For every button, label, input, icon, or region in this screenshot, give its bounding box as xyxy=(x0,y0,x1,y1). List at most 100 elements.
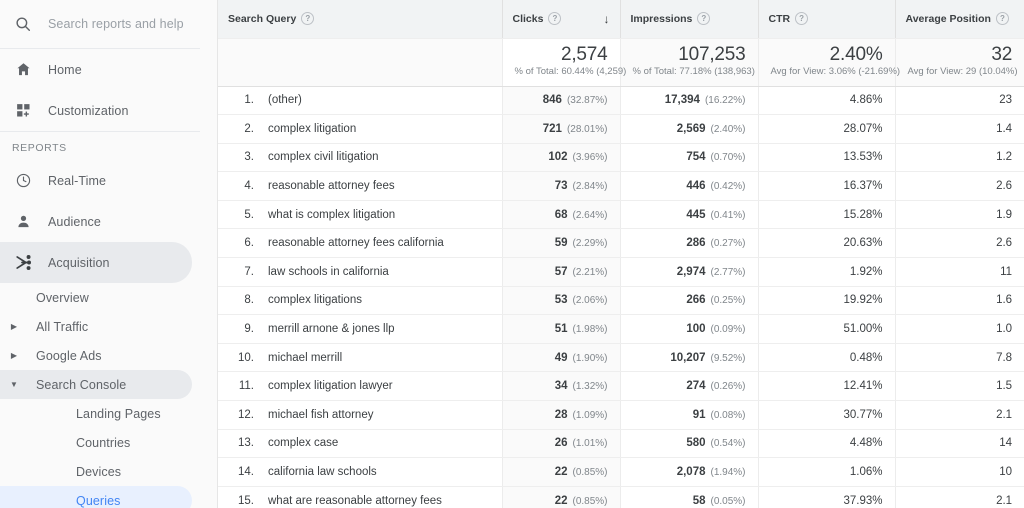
help-icon[interactable]: ? xyxy=(995,12,1009,26)
table-row[interactable]: 1. (other) 846 (32.87%) 17,394 (16.22%) 4.86% 2… xyxy=(218,86,1024,116)
queries-table: Search Query ? Clicks ? ↓ Impressions ? … xyxy=(218,0,1024,508)
sidebar-item-customization[interactable]: Customization xyxy=(0,90,192,131)
row-query-label[interactable]: law schools in california xyxy=(268,266,389,278)
column-header-search-query[interactable]: Search Query ? xyxy=(218,0,503,39)
summary-average-position-value: 32 xyxy=(991,43,1013,65)
row-query-label[interactable]: what is complex litigation xyxy=(268,209,395,221)
row-index: 14. xyxy=(238,466,254,479)
table-row[interactable]: 2. complex litigation 721 (28.01%) 2,569 (2.4… xyxy=(218,114,1024,144)
row-query-label[interactable]: reasonable attorney fees california xyxy=(268,237,444,249)
sidebar-item-acquisition[interactable]: Acquisition xyxy=(0,242,192,283)
table-row[interactable]: 6. reasonable attorney fees california 59 (… xyxy=(218,228,1024,259)
summary-row: 2,574 % of Total: 60.44% (4,259) 107,253… xyxy=(218,38,1024,87)
acquisition-icon xyxy=(12,252,34,274)
row-index: 12. xyxy=(238,408,254,421)
row-impressions-value: 2,974 xyxy=(676,265,706,278)
row-query-label[interactable]: reasonable attorney fees xyxy=(268,180,395,192)
sort-descending-icon[interactable]: ↓ xyxy=(598,12,610,26)
table-row[interactable]: 9. merrill arnone & jones llp 51 (1.98%) 100… xyxy=(218,314,1024,344)
row-query-label[interactable]: complex civil litigation xyxy=(268,151,379,163)
row-average-position-cell: 1.0 xyxy=(895,314,1024,344)
row-average-position-cell: 1.2 xyxy=(895,143,1024,173)
column-header-search-query-label: Search Query xyxy=(228,12,297,25)
column-header-clicks-label: Clicks xyxy=(512,12,544,25)
row-impressions-value: 445 xyxy=(686,208,706,221)
row-clicks-value: 846 xyxy=(542,94,562,107)
row-query-label[interactable]: (other) xyxy=(268,94,302,106)
table-row[interactable]: 13. complex case 26 (1.01%) 580 (0.54%) 4.48% 1… xyxy=(218,429,1024,459)
sidebar-item-devices[interactable]: Devices xyxy=(0,457,192,486)
sidebar-item-all-traffic-label: All Traffic xyxy=(36,319,89,334)
column-header-ctr[interactable]: CTR ? xyxy=(758,0,896,39)
sidebar-item-landing-pages[interactable]: Landing Pages xyxy=(0,399,192,428)
row-ctr-cell: 20.63% xyxy=(758,228,896,259)
row-clicks-value: 22 xyxy=(554,494,568,507)
row-query-label[interactable]: complex case xyxy=(268,437,338,449)
row-query-label[interactable]: complex litigations xyxy=(268,294,362,306)
row-query-label[interactable]: michael merrill xyxy=(268,352,342,364)
sidebar-item-countries[interactable]: Countries xyxy=(0,428,192,457)
sidebar-item-devices-label: Devices xyxy=(76,464,122,479)
row-query-label[interactable]: michael fish attorney xyxy=(268,409,373,421)
row-ctr-cell: 51.00% xyxy=(758,314,896,344)
search-input-placeholder[interactable]: Search reports and help xyxy=(48,17,184,31)
table-row[interactable]: 7. law schools in california 57 (2.21%) 2,97… xyxy=(218,257,1024,287)
row-impressions-cell: 580 (0.54%) xyxy=(620,429,759,459)
row-impressions-cell: 2,974 (2.77%) xyxy=(620,257,759,287)
table-row[interactable]: 8. complex litigations 53 (2.06%) 266 (0.25%)… xyxy=(218,286,1024,316)
sidebar-item-overview[interactable]: Overview xyxy=(0,283,192,312)
row-query-label[interactable]: complex litigation xyxy=(268,123,356,135)
help-icon[interactable]: ? xyxy=(548,12,562,26)
row-query-cell: 3. complex civil litigation xyxy=(218,143,503,173)
row-query-cell: 14. california law schools xyxy=(218,457,503,487)
row-index: 2. xyxy=(244,122,254,135)
help-icon[interactable]: ? xyxy=(301,12,315,26)
sidebar-item-real-time[interactable]: Real-Time xyxy=(0,160,192,201)
table-row[interactable]: 15. what are reasonable attorney fees 22 (0… xyxy=(218,486,1024,508)
row-impressions-percent: (0.25%) xyxy=(710,295,746,307)
row-ctr-cell: 13.53% xyxy=(758,143,896,173)
table-row[interactable]: 11. complex litigation lawyer 34 (1.32%) 274… xyxy=(218,371,1024,402)
table-row[interactable]: 14. california law schools 22 (0.85%) 2,078 (… xyxy=(218,457,1024,487)
table-row[interactable]: 4. reasonable attorney fees 73 (2.84%) 446 (0… xyxy=(218,171,1024,201)
sidebar-item-queries[interactable]: Queries xyxy=(0,486,192,508)
row-clicks-value: 59 xyxy=(554,237,568,250)
row-impressions-value: 58 xyxy=(692,494,706,507)
row-clicks-percent: (2.64%) xyxy=(572,209,608,221)
help-icon[interactable]: ? xyxy=(795,12,809,26)
row-query-cell: 4. reasonable attorney fees xyxy=(218,171,503,201)
row-clicks-cell: 22 (0.85%) xyxy=(502,486,621,508)
sidebar-item-audience[interactable]: Audience xyxy=(0,201,192,242)
sidebar-item-all-traffic[interactable]: ▶ All Traffic xyxy=(0,312,192,341)
table-row[interactable]: 3. complex civil litigation 102 (3.96%) 754 (… xyxy=(218,143,1024,173)
row-clicks-value: 53 xyxy=(554,294,568,307)
help-icon[interactable]: ? xyxy=(697,12,711,26)
row-average-position-cell: 1.5 xyxy=(895,371,1024,402)
sidebar-item-google-ads[interactable]: ▶ Google Ads xyxy=(0,341,192,370)
sidebar-item-search-console[interactable]: ▼ Search Console xyxy=(0,370,192,399)
sidebar-item-google-ads-label: Google Ads xyxy=(36,348,102,363)
table-row[interactable]: 10. michael merrill 49 (1.90%) 10,207 (9.52%)… xyxy=(218,343,1024,373)
row-query-label[interactable]: complex litigation lawyer xyxy=(268,380,393,392)
column-header-average-position-label: Average Position xyxy=(905,12,991,25)
row-query-cell: 10. michael merrill xyxy=(218,343,503,373)
column-header-clicks[interactable]: Clicks ? ↓ xyxy=(502,0,621,39)
summary-impressions-note: % of Total: 77.18% (138,963) xyxy=(632,66,755,78)
summary-average-position-cell: 32 Avg for View: 29 (10.04%) xyxy=(895,38,1024,87)
sidebar-item-home[interactable]: Home xyxy=(0,49,192,90)
row-impressions-value: 266 xyxy=(686,294,706,307)
row-clicks-percent: (1.90%) xyxy=(572,352,608,364)
row-query-label[interactable]: what are reasonable attorney fees xyxy=(268,495,442,507)
table-row[interactable]: 12. michael fish attorney 28 (1.09%) 91 (0.08… xyxy=(218,400,1024,430)
column-header-impressions[interactable]: Impressions ? xyxy=(620,0,759,39)
table-row[interactable]: 5. what is complex litigation 68 (2.64%) 445… xyxy=(218,200,1024,230)
row-query-label[interactable]: california law schools xyxy=(268,466,377,478)
row-clicks-cell: 73 (2.84%) xyxy=(502,171,621,201)
row-average-position-cell: 10 xyxy=(895,457,1024,487)
row-query-label[interactable]: merrill arnone & jones llp xyxy=(268,323,395,335)
row-query-cell: 2. complex litigation xyxy=(218,114,503,144)
column-header-impressions-label: Impressions xyxy=(630,12,693,25)
column-header-average-position[interactable]: Average Position ? xyxy=(895,0,1024,39)
row-query-cell: 9. merrill arnone & jones llp xyxy=(218,314,503,344)
search-reports-row[interactable]: Search reports and help xyxy=(0,0,200,48)
